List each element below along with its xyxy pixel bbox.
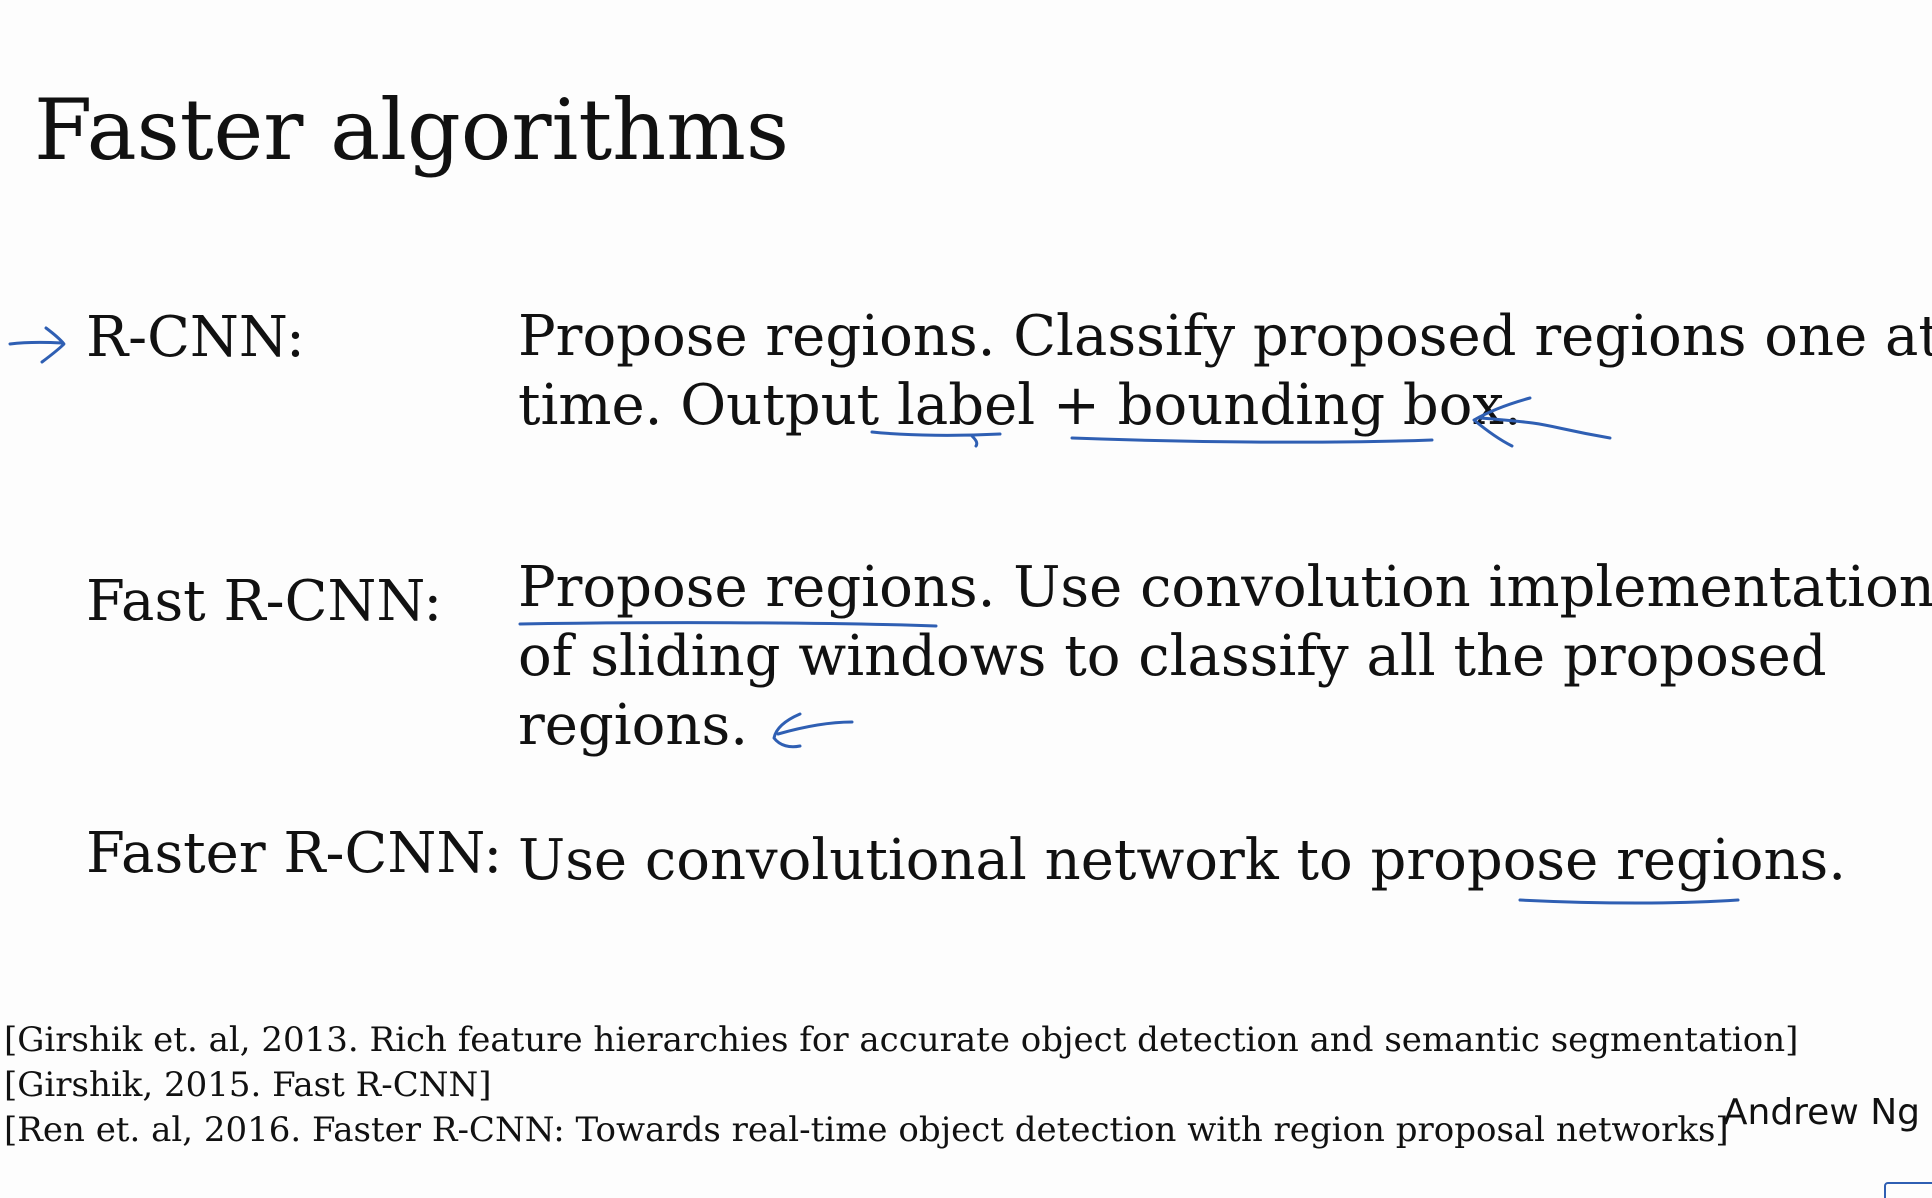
desc-line: Propose regions. Classify proposed regio… (518, 304, 1932, 369)
row-label-rcnn: R-CNN: (86, 305, 305, 370)
corner-frame (1884, 1182, 1932, 1198)
arrow-right-icon (8, 326, 66, 364)
desc-line: of sliding windows to classify all the p… (518, 624, 1827, 689)
row-label-fast-rcnn: Fast R-CNN: (86, 569, 443, 634)
reference-fast-rcnn: [Girshik, 2015. Fast R-CNN] (4, 1065, 492, 1105)
row-desc-faster-rcnn: Use convolutional network to propose reg… (518, 826, 1918, 895)
author-name: Andrew Ng (1722, 1092, 1920, 1133)
row-desc-rcnn: Propose regions. Classify proposed regio… (518, 302, 1932, 440)
slide: Faster algorithms R-CNN: Propose regions… (0, 0, 1932, 1198)
desc-line: Propose regions. Use convolution impleme… (518, 555, 1932, 620)
desc-line: Use convolutional network to propose reg… (518, 828, 1847, 893)
row-desc-fast-rcnn: Propose regions. Use convolution impleme… (518, 553, 1932, 760)
desc-line: regions. (518, 693, 748, 758)
row-label-faster-rcnn: Faster R-CNN: (86, 821, 503, 886)
slide-title: Faster algorithms (34, 81, 790, 179)
reference-rcnn: [Girshik et. al, 2013. Rich feature hier… (4, 1020, 1799, 1060)
desc-line: time. Output label + bounding box. (518, 373, 1522, 438)
reference-faster-rcnn: [Ren et. al, 2016. Faster R-CNN: Towards… (4, 1110, 1729, 1150)
underline (1518, 898, 1740, 905)
